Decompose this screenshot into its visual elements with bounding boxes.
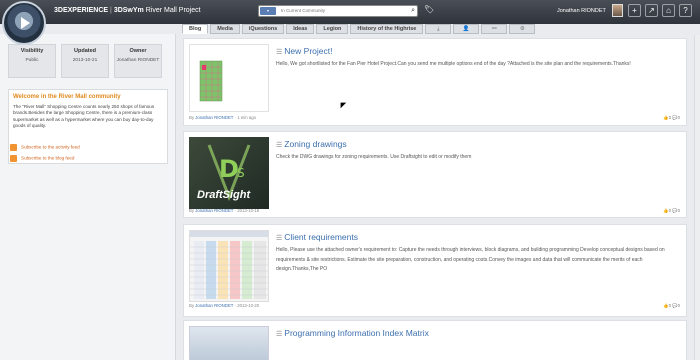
- blog-post[interactable]: ☰ Client requirements Hello, Please use t…: [183, 224, 687, 317]
- tab-history-highrise[interactable]: History of the Highrise: [350, 24, 424, 34]
- site-plan-image: [199, 60, 223, 102]
- post-thumbnail[interactable]: [189, 326, 269, 360]
- list-icon: ☰: [276, 49, 283, 56]
- svg-text:S: S: [237, 166, 245, 180]
- post-body: Check the DWG drawings for zoning requir…: [276, 154, 472, 160]
- tab-blog[interactable]: Blog: [182, 24, 209, 34]
- by-label: By: [189, 115, 195, 120]
- tab-settings-icon[interactable]: ⚙: [509, 24, 536, 34]
- post-author[interactable]: Jonathan RIONDET: [195, 115, 233, 120]
- feed-label: Subscribe to the blog feed: [21, 155, 75, 161]
- post-title-text: Zoning drawings: [284, 139, 347, 149]
- spreadsheet-image: [190, 231, 268, 299]
- play-icon: [21, 17, 30, 29]
- tab-link-icon[interactable]: ⚯: [481, 24, 508, 34]
- comment-count: 0: [677, 208, 680, 213]
- stat-label: Visibility: [20, 48, 44, 54]
- like-count: 0: [668, 208, 672, 213]
- svg-text:D: D: [219, 155, 239, 183]
- post-title[interactable]: ☰ Programming Information Index Matrix: [276, 328, 429, 338]
- blog-post[interactable]: D S DraftSight ☰ Zoning drawings Check th…: [183, 131, 687, 218]
- title-separator: |: [110, 7, 112, 14]
- tab-ideas[interactable]: Ideas: [286, 24, 315, 34]
- search-input[interactable]: ▾ In Current Community ⌕: [258, 5, 418, 17]
- search-scope-dropdown[interactable]: ▾: [260, 7, 276, 15]
- visibility-stat: Visibility Public: [8, 44, 56, 78]
- post-meta: By Jonathan RIONDET · 1 min ago: [189, 115, 257, 120]
- post-thumbnail[interactable]: D S DraftSight: [189, 137, 269, 209]
- post-body: Hello, We got shortlisted for the Fan Pi…: [276, 61, 631, 67]
- welcome-body: The "River Mall" Shopping Centre counts …: [13, 104, 155, 129]
- plus-icon[interactable]: +: [628, 4, 641, 17]
- stat-value: Public: [25, 58, 39, 63]
- by-label: By: [189, 303, 195, 308]
- post-date: 2013-10-16: [237, 208, 260, 213]
- search-placeholder: In Current Community: [281, 8, 326, 13]
- stat-label: Updated: [74, 48, 96, 54]
- stat-value: 2013-10-21: [72, 58, 98, 63]
- post-title[interactable]: ☰ New Project!: [276, 46, 332, 56]
- comment-count: 0: [677, 303, 680, 308]
- search-icon[interactable]: ⌕: [411, 7, 415, 15]
- post-actions: 👍0 💬0: [663, 115, 680, 121]
- post-actions: 👍0 💬0: [663, 208, 680, 214]
- stat-label: Owner: [129, 48, 147, 54]
- post-date: 1 min ago: [237, 115, 257, 120]
- project-name: River Mall Project: [145, 7, 201, 14]
- stat-value: Jonathan RIONDET: [116, 58, 160, 63]
- list-icon: ☰: [276, 142, 283, 149]
- like-count: 0: [668, 115, 672, 120]
- tab-media[interactable]: Media: [210, 24, 240, 34]
- feed-label: Subscribe to the activity feed: [21, 144, 80, 150]
- post-meta: By Jonathan RIONDET · 2013-10-16: [189, 208, 260, 213]
- post-thumbnail[interactable]: [189, 44, 269, 112]
- updated-stat: Updated 2013-10-21: [61, 44, 109, 78]
- blog-feed-link[interactable]: Subscribe to the blog feed: [10, 155, 74, 163]
- help-icon[interactable]: ?: [679, 4, 692, 17]
- post-author[interactable]: Jonathan RIONDET: [195, 303, 233, 308]
- post-title-text: New Project!: [284, 46, 333, 56]
- blog-post[interactable]: ☰ New Project! Hello, We got shortlisted …: [183, 38, 687, 126]
- tab-download-icon[interactable]: ⤓: [425, 24, 452, 34]
- community-sidebar: Visibility Public Updated 2013-10-21 Own…: [0, 34, 176, 360]
- scrollbar[interactable]: [694, 35, 700, 360]
- home-icon[interactable]: ⌂: [662, 4, 675, 17]
- post-title-text: Programming Information Index Matrix: [284, 328, 429, 338]
- tag-icon[interactable]: 🏷: [424, 5, 434, 14]
- share-icon[interactable]: ↗: [645, 4, 658, 17]
- avatar[interactable]: [612, 4, 623, 17]
- post-title-text: Client requirements: [284, 232, 358, 242]
- blog-post[interactable]: ☰ Programming Information Index Matrix: [183, 320, 687, 360]
- thumb-label: DraftSight: [197, 189, 251, 201]
- post-meta: By Jonathan RIONDET · 2013-10-20: [189, 303, 260, 308]
- top-bar: 3DEXPERIENCE | 3DSwYm River Mall Project…: [0, 0, 700, 45]
- post-actions: 👍0 💬0: [663, 303, 680, 309]
- tab-bar: Blog Media iQuestions Ideas Legion Histo…: [182, 24, 537, 35]
- activity-feed-link[interactable]: Subscribe to the activity feed: [10, 144, 80, 152]
- list-icon: ☰: [276, 331, 283, 338]
- like-count: 0: [668, 303, 672, 308]
- comment-count: 0: [677, 115, 680, 120]
- brand-name: 3DEXPERIENCE: [54, 7, 109, 14]
- app-name: 3DSwYm: [113, 7, 144, 14]
- tab-iquestions[interactable]: iQuestions: [241, 24, 285, 34]
- rss-icon: [10, 155, 17, 162]
- owner-stat: Owner Jonathan RIONDET: [114, 44, 162, 78]
- list-icon: ☰: [276, 235, 283, 242]
- post-date: 2013-10-20: [237, 303, 260, 308]
- user-name[interactable]: Jonathan RIONDET: [557, 8, 606, 14]
- post-body: Hello, Please use the attached owner's r…: [276, 247, 665, 272]
- by-label: By: [189, 208, 195, 213]
- welcome-title: Welcome in the River Mall community: [13, 94, 121, 100]
- app-title: 3DEXPERIENCE | 3DSwYm River Mall Project: [54, 7, 201, 14]
- tab-members-icon[interactable]: 👤: [453, 24, 480, 34]
- post-title[interactable]: ☰ Client requirements: [276, 232, 358, 242]
- post-thumbnail[interactable]: [189, 230, 269, 302]
- tab-legion[interactable]: Legion: [316, 24, 349, 34]
- compass-icon[interactable]: [2, 1, 46, 45]
- welcome-box: Welcome in the River Mall community The …: [8, 89, 168, 164]
- post-author[interactable]: Jonathan RIONDET: [195, 208, 233, 213]
- post-title[interactable]: ☰ Zoning drawings: [276, 139, 347, 149]
- rss-icon: [10, 144, 17, 151]
